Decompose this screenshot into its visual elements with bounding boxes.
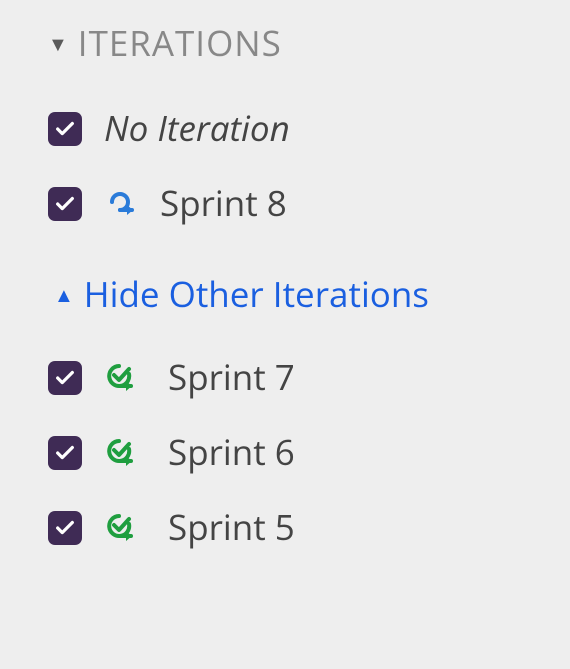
iteration-item-sprint-6[interactable]: Sprint 6 — [48, 415, 570, 490]
done-iteration-icon — [104, 361, 138, 395]
done-iteration-icon — [104, 436, 138, 470]
checkmark-icon — [54, 193, 76, 215]
iteration-label: Sprint 6 — [168, 429, 295, 476]
checkbox-no-iteration[interactable] — [48, 112, 82, 146]
iteration-item-no-iteration[interactable]: No Iteration — [48, 91, 570, 166]
iteration-item-sprint-8[interactable]: Sprint 8 — [48, 166, 570, 241]
checkmark-icon — [54, 442, 76, 464]
hide-other-iterations-toggle[interactable]: ▲ Hide Other Iterations — [54, 271, 570, 318]
caret-up-icon: ▲ — [54, 281, 74, 308]
active-iteration-icon — [104, 187, 138, 221]
iterations-primary-list: No Iteration Sprint 8 — [48, 91, 570, 241]
section-title: ITERATIONS — [78, 20, 282, 67]
iteration-item-sprint-7[interactable]: Sprint 7 — [48, 340, 570, 415]
iteration-item-sprint-5[interactable]: Sprint 5 — [48, 490, 570, 565]
checkbox-sprint-5[interactable] — [48, 511, 82, 545]
toggle-label: Hide Other Iterations — [84, 271, 429, 318]
iteration-label: No Iteration — [104, 105, 290, 152]
iterations-other-list: Sprint 7 Sprint 6 — [48, 340, 570, 565]
checkbox-sprint-6[interactable] — [48, 436, 82, 470]
iterations-section-header[interactable]: ▼ ITERATIONS — [48, 20, 570, 67]
iteration-label: Sprint 8 — [160, 180, 287, 227]
checkbox-sprint-7[interactable] — [48, 361, 82, 395]
checkbox-sprint-8[interactable] — [48, 187, 82, 221]
checkmark-icon — [54, 367, 76, 389]
caret-down-icon: ▼ — [48, 30, 68, 57]
checkmark-icon — [54, 517, 76, 539]
iteration-label: Sprint 5 — [168, 504, 295, 551]
checkmark-icon — [54, 118, 76, 140]
done-iteration-icon — [104, 511, 138, 545]
iteration-label: Sprint 7 — [168, 354, 295, 401]
